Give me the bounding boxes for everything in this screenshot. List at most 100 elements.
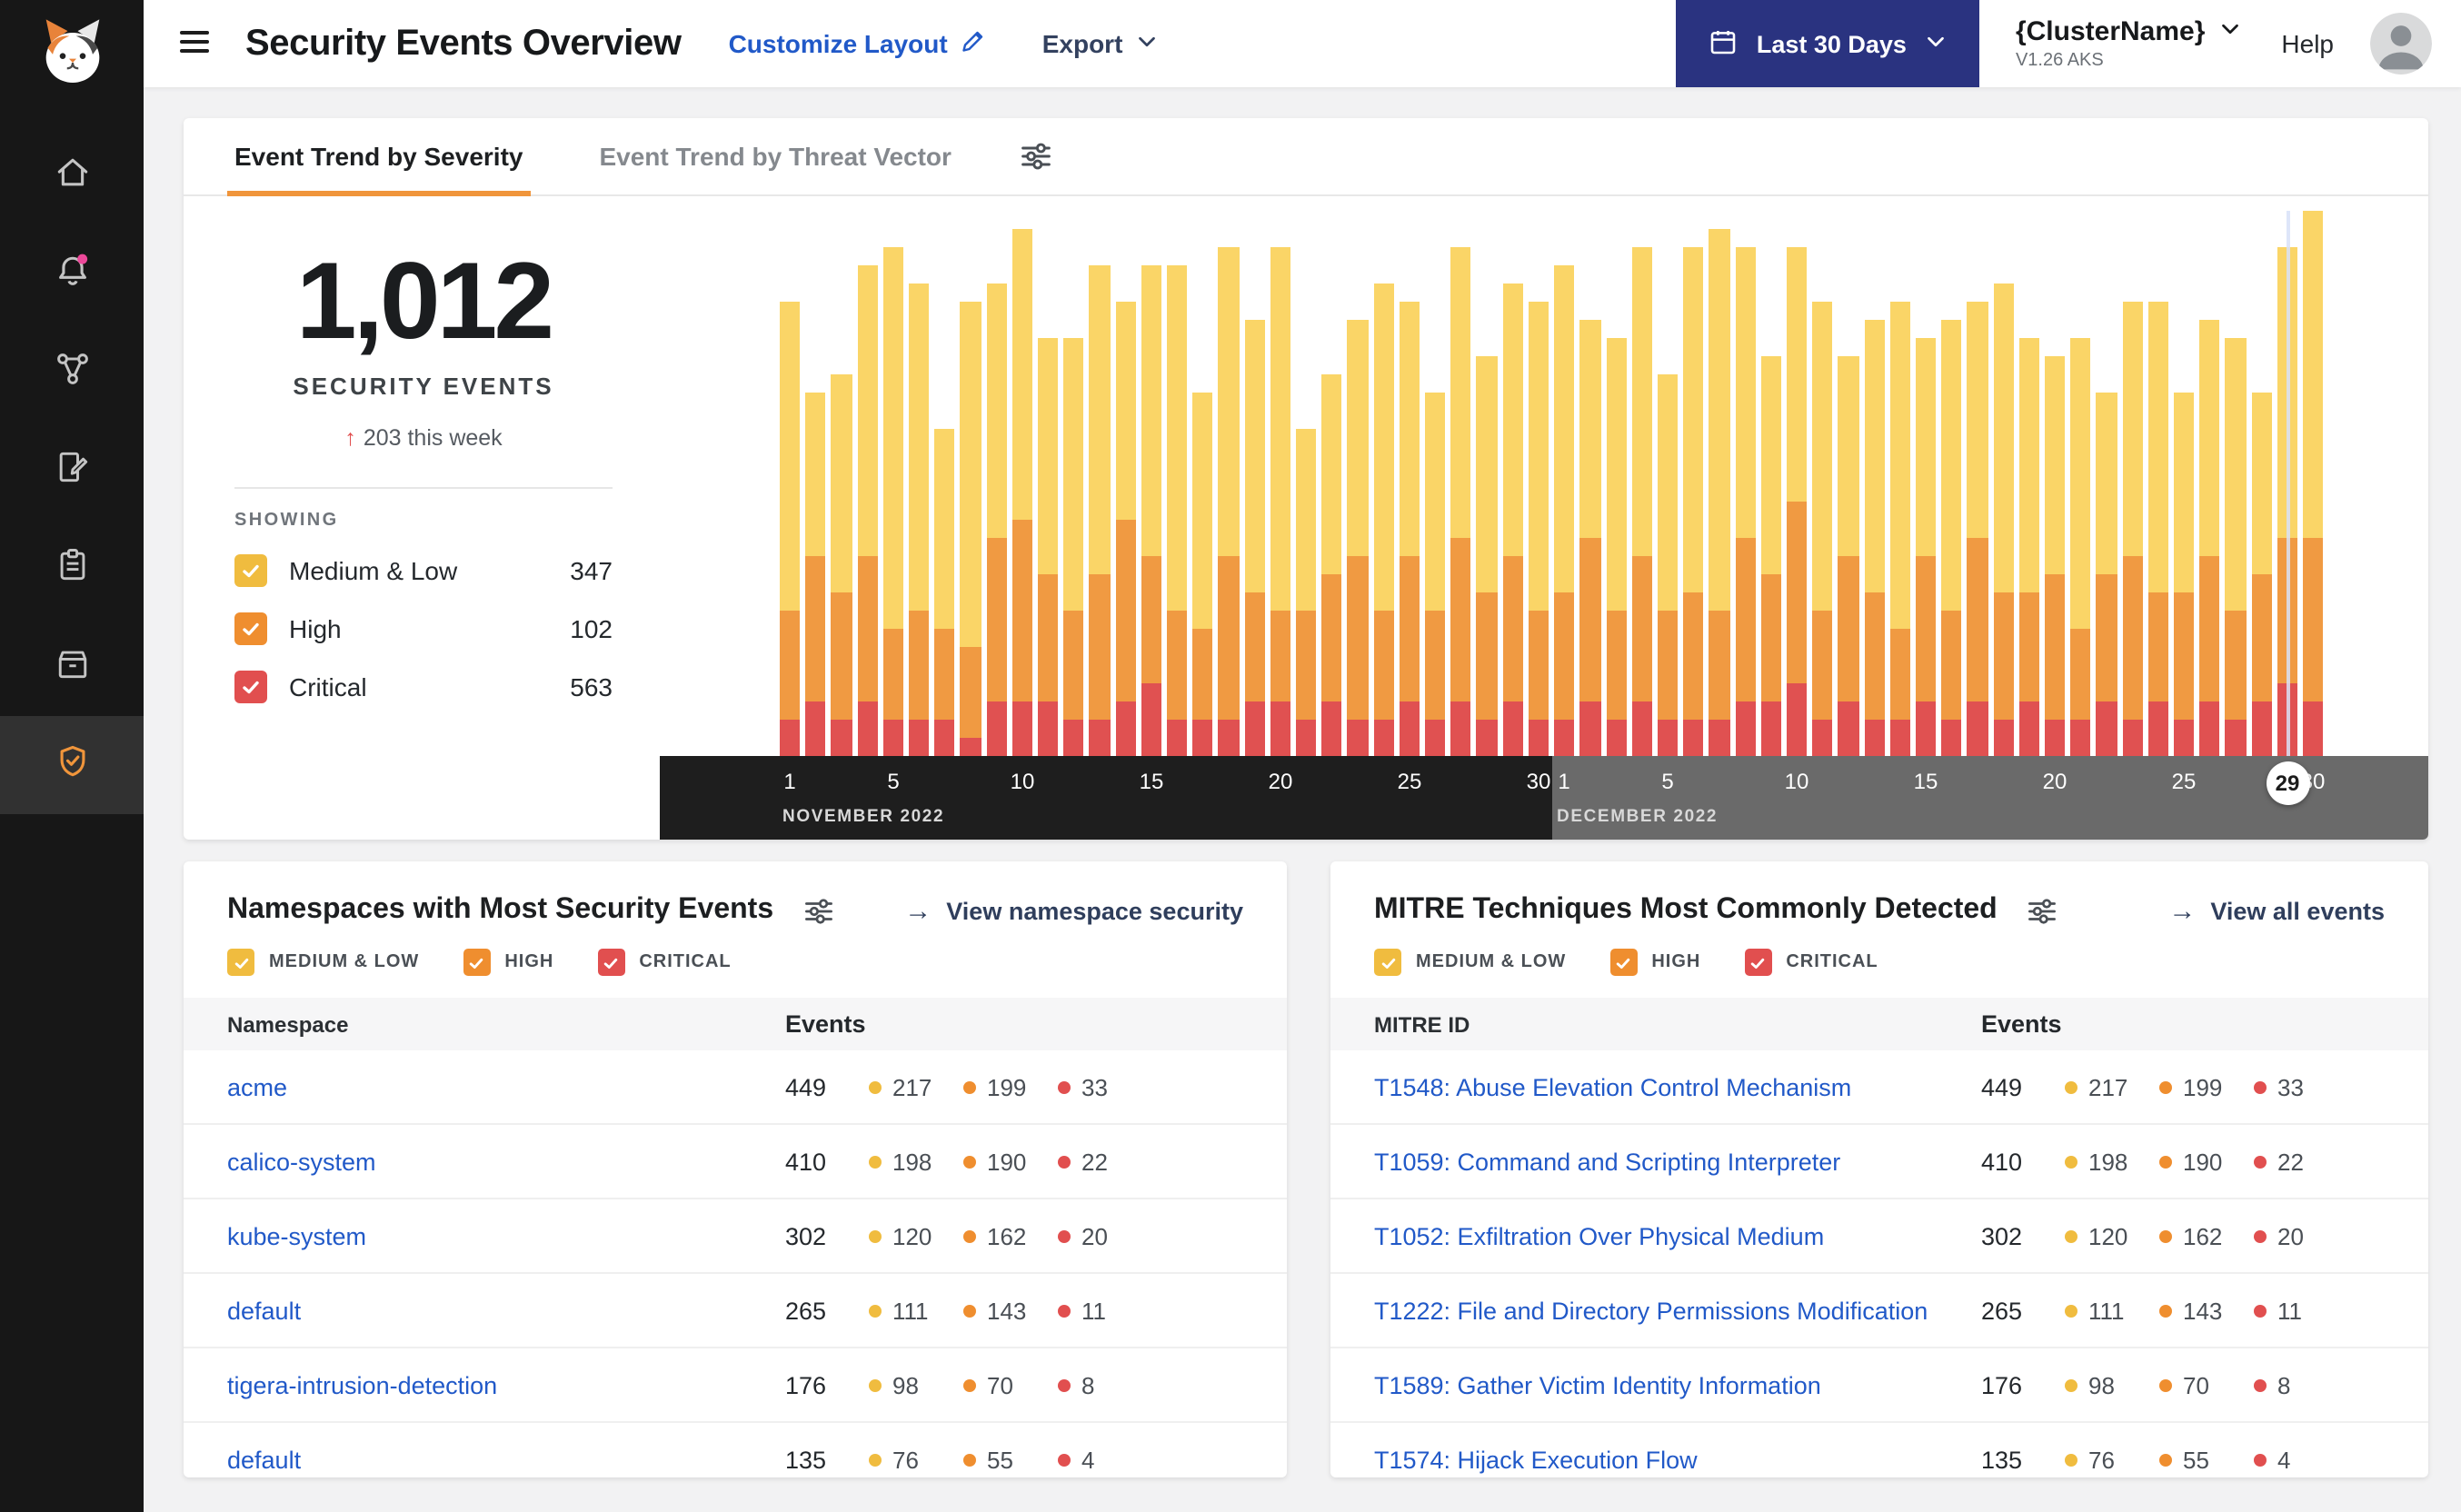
chart-bar[interactable] [1141, 265, 1162, 756]
checkbox-critical[interactable] [234, 671, 267, 703]
chart-bar[interactable] [1011, 229, 1033, 756]
chart-bar[interactable] [986, 284, 1007, 756]
chart-bar[interactable] [1089, 265, 1111, 756]
checkbox-high[interactable] [234, 612, 267, 645]
chart-bar[interactable] [960, 302, 981, 756]
row-name-link[interactable]: T1548: Abuse Elevation Control Mechanism [1374, 1073, 1981, 1100]
row-name-link[interactable]: T1574: Hijack Execution Flow [1374, 1446, 1981, 1473]
severity-filter-high[interactable]: HIGH [1609, 949, 1700, 976]
chart-bar[interactable] [1038, 338, 1059, 756]
chart-bar[interactable] [1244, 320, 1265, 756]
severity-filter-medium_low[interactable]: MEDIUM & LOW [1374, 949, 1566, 976]
chart-bar[interactable] [1115, 302, 1136, 756]
view-all-events-link[interactable]: → View all events [2168, 895, 2385, 926]
chart-bar[interactable] [1296, 429, 1317, 756]
chart-bar[interactable] [780, 302, 801, 756]
customize-layout-link[interactable]: Customize Layout [729, 27, 988, 60]
chart-bar[interactable] [1915, 338, 1937, 756]
checkbox-medium_low[interactable] [234, 554, 267, 587]
view-namespace-security-link[interactable]: → View namespace security [904, 895, 1243, 926]
selected-day-badge[interactable]: 29 [2266, 761, 2309, 805]
chart-settings-icon[interactable] [1021, 140, 1053, 173]
chart-bar[interactable] [1683, 247, 1704, 756]
user-avatar[interactable] [2370, 13, 2432, 75]
chart-bar[interactable] [1735, 247, 1756, 756]
severity-filter-medium_low[interactable]: MEDIUM & LOW [227, 949, 419, 976]
row-name-link[interactable]: tigera-intrusion-detection [227, 1371, 785, 1398]
export-menu[interactable]: Export [1042, 29, 1158, 58]
chart-bar[interactable] [882, 247, 904, 756]
calico-logo[interactable] [32, 13, 112, 102]
row-name-link[interactable]: T1222: File and Directory Permissions Mo… [1374, 1297, 1981, 1324]
chart-bar[interactable] [1528, 302, 1549, 756]
chart-bar[interactable] [1993, 284, 2014, 756]
chart-bar[interactable] [2199, 320, 2220, 756]
sidebar-item-apps[interactable] [0, 618, 144, 716]
help-link[interactable]: Help [2281, 29, 2334, 58]
row-name-link[interactable]: acme [227, 1073, 785, 1100]
chart-bar[interactable] [1786, 247, 1808, 756]
chart-bar[interactable] [2070, 338, 2091, 756]
chart-bar[interactable] [1192, 393, 1213, 756]
chart-bar[interactable] [1554, 265, 1575, 756]
chart-bar[interactable] [1450, 247, 1471, 756]
menu-toggle-button[interactable] [169, 15, 220, 72]
chart-bar[interactable] [1218, 247, 1240, 756]
row-name-link[interactable]: default [227, 1446, 785, 1473]
chart-bar[interactable] [2096, 393, 2117, 756]
chart-bar[interactable] [2225, 338, 2247, 756]
checkbox-medium_low[interactable] [227, 949, 254, 976]
chart-bar[interactable] [1941, 320, 1962, 756]
chart-bar[interactable] [1399, 302, 1420, 756]
chart-bar[interactable] [2173, 393, 2195, 756]
tab-event-trend-by-threat-vector[interactable]: Event Trend by Threat Vector [592, 118, 958, 194]
chart-bar[interactable] [1889, 302, 1910, 756]
chart-bar[interactable] [857, 265, 878, 756]
table-settings-icon[interactable] [2027, 895, 2057, 926]
chart-bar[interactable] [1709, 229, 1730, 756]
chart-bar[interactable] [1270, 247, 1291, 756]
checkbox-critical[interactable] [597, 949, 625, 976]
chart-bar[interactable] [934, 429, 955, 756]
checkbox-medium_low[interactable] [1374, 949, 1401, 976]
checkbox-high[interactable] [1609, 949, 1638, 976]
checkbox-high[interactable] [463, 949, 491, 976]
chart-bar[interactable] [1631, 247, 1652, 756]
chart-bar[interactable] [909, 284, 930, 756]
chart-bar[interactable] [1425, 393, 1446, 756]
chart-bar[interactable] [1812, 302, 1833, 756]
chart-bar[interactable] [1476, 356, 1498, 756]
cluster-selector[interactable]: {ClusterName} V1.26 AKS [2016, 16, 2241, 71]
chart-bar[interactable] [1502, 284, 1523, 756]
row-name-link[interactable]: T1059: Command and Scripting Interpreter [1374, 1148, 1981, 1175]
chart-bar[interactable] [2044, 356, 2066, 756]
sidebar-item-service-graph[interactable] [0, 323, 144, 422]
tab-event-trend-by-severity[interactable]: Event Trend by Severity [227, 118, 530, 196]
sidebar-item-alerts[interactable] [0, 225, 144, 323]
chart-bar[interactable] [1760, 356, 1781, 756]
chart-bar[interactable] [2147, 302, 2168, 756]
chart-bar[interactable] [2302, 211, 2324, 756]
chart-bar[interactable] [1606, 338, 1627, 756]
chart-bar[interactable] [1657, 374, 1679, 756]
date-range-button[interactable]: Last 30 Days [1676, 0, 1979, 87]
chart-bar[interactable] [1864, 320, 1885, 756]
row-name-link[interactable]: calico-system [227, 1148, 785, 1175]
chart-bar[interactable] [805, 393, 826, 756]
row-name-link[interactable]: T1589: Gather Victim Identity Informatio… [1374, 1371, 1981, 1398]
checkbox-critical[interactable] [1744, 949, 1772, 976]
chart-bar[interactable] [2122, 302, 2143, 756]
chart-bar[interactable] [1838, 356, 1859, 756]
sidebar-item-policies[interactable] [0, 422, 144, 520]
sidebar-item-home[interactable] [0, 127, 144, 225]
sidebar-item-security-events[interactable] [0, 716, 144, 814]
chart-bar[interactable] [1063, 338, 1084, 756]
severity-filter-critical[interactable]: CRITICAL [1744, 949, 1878, 976]
chart-bar[interactable] [2018, 338, 2039, 756]
severity-filter-critical[interactable]: CRITICAL [597, 949, 731, 976]
chart-bar[interactable] [1321, 374, 1342, 756]
row-name-link[interactable]: default [227, 1297, 785, 1324]
chart-bar[interactable] [1579, 320, 1600, 756]
chart-bar[interactable] [831, 374, 852, 756]
table-settings-icon[interactable] [802, 895, 833, 926]
